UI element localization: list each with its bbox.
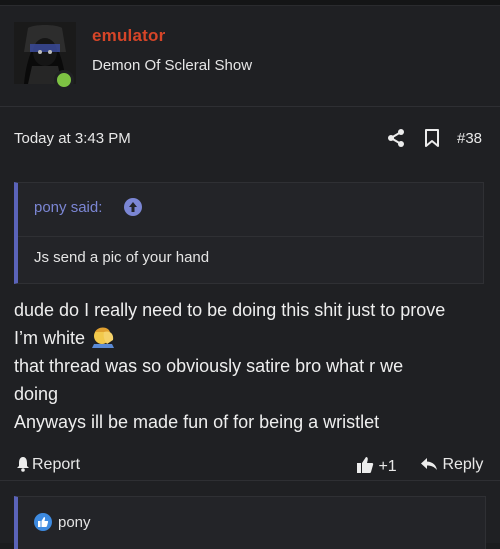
- thumbs-up-icon: [356, 456, 374, 479]
- online-status-dot: [54, 70, 74, 90]
- user-title: Demon Of Scleral Show: [92, 57, 253, 74]
- forum-post: emulator Demon Of Scleral Show Today at …: [0, 6, 500, 549]
- post-number-link[interactable]: #38: [457, 130, 482, 147]
- report-label: Report: [32, 456, 81, 473]
- arrow-up-circle-icon[interactable]: [124, 198, 142, 216]
- facepalm-emoji-icon: [92, 326, 116, 348]
- message-line: I’m white: [14, 328, 86, 348]
- post-date[interactable]: Today at 3:43 PM: [14, 130, 131, 147]
- message-line-with-emoji: I’m white: [14, 324, 490, 352]
- quote-author[interactable]: pony said:: [34, 199, 102, 216]
- header-divider: [0, 106, 500, 107]
- message-line: that thread was so obviously satire bro …: [14, 356, 404, 376]
- user-header: emulator Demon Of Scleral Show: [14, 22, 486, 102]
- reply-arrow-icon: [420, 456, 438, 477]
- post-meta-row: Today at 3:43 PM #38: [14, 128, 486, 152]
- reply-button[interactable]: Reply: [420, 456, 483, 477]
- message-line: Anyways ill be made fun of for being a w…: [14, 412, 380, 432]
- post-actions: Report +1 Reply: [14, 454, 486, 478]
- quote-body: Js send a pic of your hand: [34, 249, 210, 266]
- share-icon[interactable]: [386, 128, 406, 148]
- avatar-wrap[interactable]: [14, 22, 76, 90]
- message-line: doing: [14, 384, 59, 404]
- reply-label: Reply: [442, 456, 484, 473]
- actions-divider: [0, 480, 500, 481]
- report-button[interactable]: Report: [16, 456, 80, 477]
- username[interactable]: emulator: [92, 26, 165, 46]
- like-count: +1: [378, 458, 397, 475]
- reactions-bar[interactable]: pony: [14, 496, 486, 549]
- post-message: dude do I really need to be doing this s…: [14, 296, 490, 436]
- like-button[interactable]: +1: [356, 456, 397, 479]
- message-line: dude do I really need to be doing this s…: [14, 300, 446, 320]
- quote-block: pony said: Js send a pic of your hand: [14, 182, 484, 284]
- thumbs-up-icon: [34, 513, 52, 531]
- bookmark-icon[interactable]: [424, 128, 440, 148]
- bell-icon: [16, 456, 30, 477]
- quote-header: pony said:: [18, 183, 483, 237]
- reaction-user[interactable]: pony: [58, 514, 91, 531]
